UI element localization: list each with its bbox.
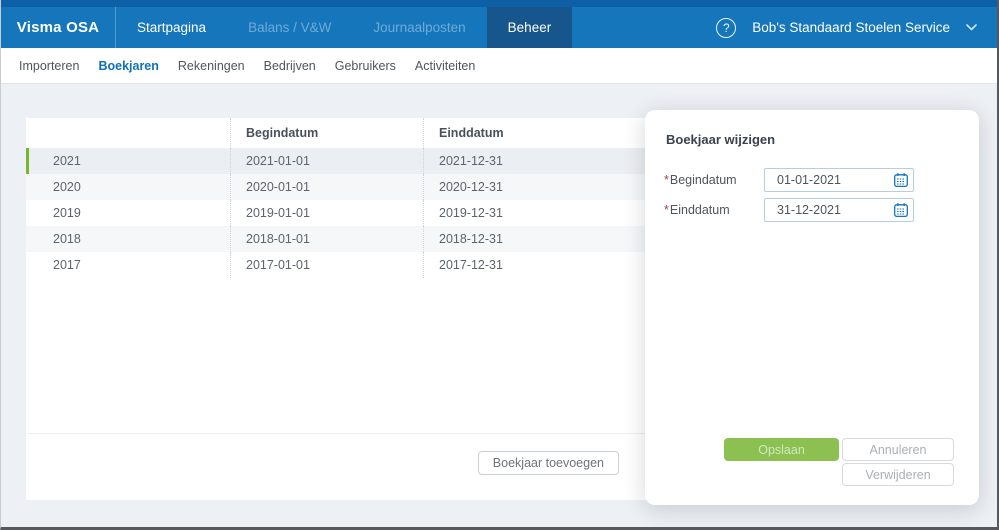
- chevron-down-icon[interactable]: [966, 24, 977, 31]
- subnav-item-activiteiten[interactable]: Activiteiten: [415, 59, 475, 73]
- cell-begindatum: 2019-01-01: [230, 200, 423, 226]
- secondary-navigation: Importeren Boekjaren Rekeningen Bedrijve…: [1, 48, 997, 84]
- column-header-year: [26, 118, 230, 148]
- cell-einddatum: 2017-12-31: [423, 252, 649, 278]
- tab-beheer[interactable]: Beheer: [486, 7, 573, 48]
- tab-balans-vw[interactable]: Balans / V&W: [227, 7, 352, 48]
- boekjaar-wijzigen-panel: Boekjaar wijzigen *Begindatum 01-01-2021…: [645, 110, 979, 505]
- top-navigation-bar: Visma OSA Startpagina Balans / V&W Journ…: [1, 0, 997, 48]
- begindatum-label-text: Begindatum: [669, 173, 737, 187]
- help-icon[interactable]: ?: [716, 17, 737, 38]
- einddatum-label-text: Einddatum: [669, 203, 730, 217]
- cell-einddatum: 2020-12-31: [423, 174, 649, 200]
- cell-begindatum: 2021-01-01: [230, 148, 423, 174]
- app-logo: Visma OSA: [1, 7, 116, 48]
- add-boekjaar-button[interactable]: Boekjaar toevoegen: [477, 451, 619, 475]
- cell-begindatum: 2017-01-01: [230, 252, 423, 278]
- subnav-item-rekeningen[interactable]: Rekeningen: [178, 59, 245, 73]
- cell-einddatum: 2019-12-31: [423, 200, 649, 226]
- boekjaren-table: Begindatum Einddatum 2021 2021-01-01 202…: [26, 118, 649, 500]
- subnav-item-boekjaren[interactable]: Boekjaren: [98, 59, 158, 73]
- subnav-item-bedrijven[interactable]: Bedrijven: [264, 59, 316, 73]
- subnav-item-importeren[interactable]: Importeren: [19, 59, 79, 73]
- table-header-row: Begindatum Einddatum: [26, 118, 649, 148]
- cell-year: 2017: [53, 258, 81, 272]
- table-row-2020[interactable]: 2020 2020-01-01 2020-12-31: [26, 174, 649, 200]
- table-row-2018[interactable]: 2018 2018-01-01 2018-12-31: [26, 226, 649, 252]
- begindatum-input[interactable]: [764, 168, 914, 192]
- calendar-icon[interactable]: [893, 202, 909, 218]
- cell-einddatum: 2018-12-31: [423, 226, 649, 252]
- cancel-button[interactable]: Annuleren: [842, 438, 954, 461]
- save-button[interactable]: Opslaan: [724, 438, 839, 461]
- einddatum-field-row: *Einddatum: [664, 198, 914, 222]
- cell-year: 2021: [53, 154, 81, 168]
- app-window: Visma OSA Startpagina Balans / V&W Journ…: [0, 0, 999, 530]
- cell-begindatum: 2018-01-01: [230, 226, 423, 252]
- cell-year: 2019: [53, 206, 81, 220]
- table-row-2021[interactable]: 2021 2021-01-01 2021-12-31: [26, 148, 649, 174]
- begindatum-label: *Begindatum: [664, 173, 764, 187]
- required-marker: *: [664, 173, 669, 187]
- required-marker: *: [664, 203, 669, 217]
- subnav-item-gebruikers[interactable]: Gebruikers: [335, 59, 396, 73]
- cell-year: 2020: [53, 180, 81, 194]
- begindatum-field-row: *Begindatum: [664, 168, 914, 192]
- cell-begindatum: 2020-01-01: [230, 174, 423, 200]
- cell-year: 2018: [53, 232, 81, 246]
- table-empty-space: [26, 278, 649, 433]
- table-footer: Boekjaar toevoegen: [26, 433, 649, 500]
- table-row-2019[interactable]: 2019 2019-01-01 2019-12-31: [26, 200, 649, 226]
- cell-einddatum: 2021-12-31: [423, 148, 649, 174]
- account-menu-label[interactable]: Bob's Standaard Stoelen Service: [752, 20, 950, 35]
- tab-journaalposten[interactable]: Journaalposten: [352, 7, 486, 48]
- column-header-einddatum: Einddatum: [423, 118, 649, 148]
- einddatum-input[interactable]: [764, 198, 914, 222]
- table-row-2017[interactable]: 2017 2017-01-01 2017-12-31: [26, 252, 649, 278]
- delete-button[interactable]: Verwijderen: [842, 463, 954, 486]
- calendar-icon[interactable]: [893, 172, 909, 188]
- column-header-begindatum: Begindatum: [230, 118, 423, 148]
- einddatum-label: *Einddatum: [664, 203, 764, 217]
- tab-startpagina[interactable]: Startpagina: [116, 7, 227, 48]
- topbar-accent-strip: [1, 0, 997, 7]
- panel-title: Boekjaar wijzigen: [666, 132, 776, 147]
